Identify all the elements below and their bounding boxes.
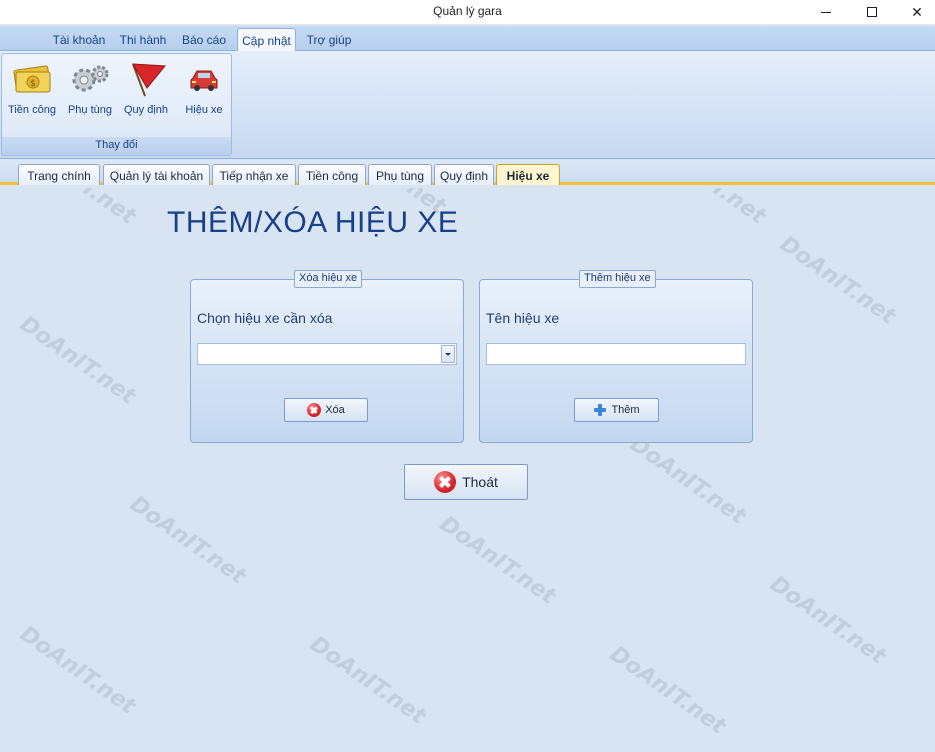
select-brand-label: Chọn hiệu xe cần xóa xyxy=(197,310,333,326)
ribbon-button-quy-dinh[interactable]: Quy định xyxy=(118,62,174,116)
ribbon-button-phu-tung[interactable]: Phụ tùng xyxy=(62,62,118,116)
brand-name-label: Tên hiệu xe xyxy=(486,310,560,326)
add-brand-panel: Thêm hiệu xe Tên hiệu xe Thêm xyxy=(479,270,753,443)
maximize-icon xyxy=(867,7,877,17)
main-content: DoAnIT.net DoAnIT.net DoAnIT.net DoAnIT.… xyxy=(0,188,935,752)
close-button[interactable]: ✕ xyxy=(894,0,935,24)
doc-tab-quan-ly-tai-khoan[interactable]: Quản lý tài khoản xyxy=(103,164,210,185)
ribbon-tab-bar: Tài khoản Thi hành Báo cáo Cập nhật Trợ … xyxy=(0,26,935,52)
minimize-button[interactable] xyxy=(803,0,849,24)
ribbon-button-label: Tiền công xyxy=(8,104,56,116)
document-tab-strip: Trang chính Quản lý tài khoản Tiếp nhận … xyxy=(0,160,935,185)
ribbon-group-caption: Thay đổi xyxy=(2,137,231,155)
ribbon-group-thay-doi: $ Tiền công Phụ tùng Quy định Hiệu xe Th… xyxy=(1,53,232,156)
exit-button-label: Thoát xyxy=(462,474,498,490)
ribbon-panel: $ Tiền công Phụ tùng Quy định Hiệu xe Th… xyxy=(0,51,935,159)
panel-legend: Thêm hiệu xe xyxy=(579,270,656,288)
brand-select-dropdown[interactable] xyxy=(197,343,457,365)
ribbon-button-label: Hiệu xe xyxy=(185,104,223,116)
watermark-text: DoAnIT.net xyxy=(125,491,250,590)
delete-brand-panel: Xóa hiệu xe Chọn hiệu xe cần xóa Xóa xyxy=(190,270,464,443)
ribbon-button-tien-cong[interactable]: $ Tiền công xyxy=(4,62,60,116)
flag-icon xyxy=(125,62,167,98)
minimize-icon xyxy=(821,11,831,13)
ribbon-tab-tro-giup[interactable]: Trợ giúp xyxy=(301,30,357,51)
ribbon-button-label: Quy định xyxy=(123,104,169,116)
watermark-text: DoAnIT.net xyxy=(15,311,140,410)
delete-button[interactable]: Xóa xyxy=(284,398,368,422)
panel-legend: Xóa hiệu xe xyxy=(294,270,363,288)
money-icon: $ xyxy=(11,62,53,98)
close-icon: ✕ xyxy=(911,3,923,20)
ribbon-tab-bao-cao[interactable]: Báo cáo xyxy=(176,30,232,51)
brand-name-input[interactable] xyxy=(486,343,746,365)
doc-tab-trang-chinh[interactable]: Trang chính xyxy=(18,164,100,185)
plus-icon xyxy=(593,403,607,417)
watermark-text: DoAnIT.net xyxy=(625,431,750,530)
window-title: Quản lý gara xyxy=(433,4,502,18)
watermark-text: DoAnIT.net xyxy=(15,188,140,229)
add-button[interactable]: Thêm xyxy=(574,398,659,422)
doc-tab-tien-cong[interactable]: Tiền công xyxy=(298,164,366,185)
watermark-text: DoAnIT.net xyxy=(765,571,890,670)
watermark-text: DoAnIT.net xyxy=(435,511,560,610)
doc-tab-phu-tung[interactable]: Phụ tùng xyxy=(368,164,432,185)
watermark-text: DoAnIT.net xyxy=(15,621,140,720)
doc-tab-hieu-xe[interactable]: Hiệu xe xyxy=(496,164,560,185)
watermark-text: DoAnIT.net xyxy=(605,641,730,740)
ribbon-tab-tai-khoan[interactable]: Tài khoản xyxy=(50,30,108,51)
exit-button[interactable]: Thoát xyxy=(404,464,528,500)
ribbon-button-label: Phụ tùng xyxy=(67,104,113,116)
doc-tab-quy-dinh[interactable]: Quy định xyxy=(434,164,494,185)
svg-text:$: $ xyxy=(30,79,36,89)
ribbon-tab-thi-hanh[interactable]: Thi hành xyxy=(114,30,172,51)
watermark-text: DoAnIT.net xyxy=(645,188,770,229)
delete-button-label: Xóa xyxy=(325,404,345,416)
watermark-text: DoAnIT.net xyxy=(305,631,430,730)
window-titlebar: Quản lý gara ✕ xyxy=(0,0,935,25)
gears-icon xyxy=(69,62,111,98)
delete-icon xyxy=(307,403,322,417)
doc-tab-tiep-nhan-xe[interactable]: Tiếp nhận xe xyxy=(212,164,296,185)
ribbon-tab-cap-nhat[interactable]: Cập nhật xyxy=(237,28,296,52)
watermark-text: DoAnIT.net xyxy=(775,231,900,330)
maximize-button[interactable] xyxy=(849,0,895,24)
exit-icon xyxy=(434,471,457,493)
ribbon-button-hieu-xe[interactable]: Hiệu xe xyxy=(176,62,232,116)
add-button-label: Thêm xyxy=(611,404,640,416)
car-icon xyxy=(183,62,225,98)
page-title: THÊM/XÓA HIỆU XE xyxy=(167,206,459,239)
chevron-down-icon[interactable] xyxy=(441,345,455,363)
